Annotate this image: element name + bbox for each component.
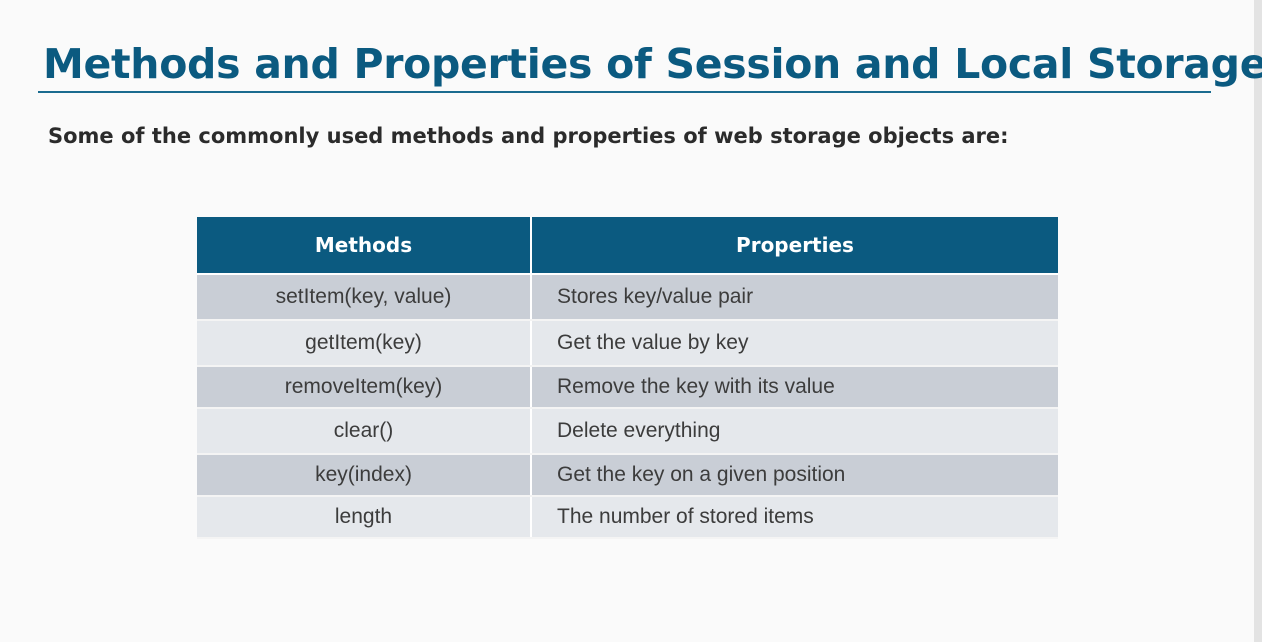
table-row: getItem(key) Get the value by key [197,320,1058,367]
property-cell: The number of stored items [531,496,1058,539]
slide-title: Methods and Properties of Session and Lo… [43,40,1262,88]
storage-methods-table: Methods Properties setItem(key, value) S… [197,217,1058,539]
property-cell: Get the key on a given position [531,454,1058,497]
slide-subtitle: Some of the commonly used methods and pr… [48,124,1009,148]
method-cell: key(index) [197,454,532,497]
table-body: setItem(key, value) Stores key/value pai… [197,274,1058,539]
title-underline [38,91,1211,93]
table-header: Methods Properties [197,217,1058,275]
header-methods: Methods [197,217,532,275]
property-cell: Remove the key with its value [531,366,1058,409]
method-cell: setItem(key, value) [197,274,532,321]
method-cell: getItem(key) [197,320,532,367]
method-cell: length [197,496,532,539]
right-edge-strip [1254,0,1262,642]
table-row: key(index) Get the key on a given positi… [197,454,1058,497]
table-row: setItem(key, value) Stores key/value pai… [197,274,1058,321]
property-cell: Get the value by key [531,320,1058,367]
property-cell: Delete everything [531,408,1058,455]
table-header-row: Methods Properties [197,217,1058,275]
table-row: removeItem(key) Remove the key with its … [197,366,1058,409]
method-cell: removeItem(key) [197,366,532,409]
table-row: clear() Delete everything [197,408,1058,455]
table-row: length The number of stored items [197,496,1058,539]
property-cell: Stores key/value pair [531,274,1058,321]
method-cell: clear() [197,408,532,455]
header-properties: Properties [531,217,1058,275]
